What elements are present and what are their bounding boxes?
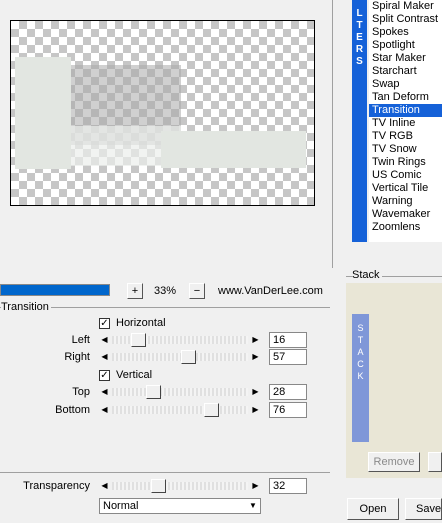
filter-list-item[interactable]: Transition xyxy=(369,104,442,117)
arrow-right-icon[interactable]: ▶ xyxy=(250,333,261,347)
slider-track[interactable] xyxy=(112,388,248,396)
filter-list-item[interactable]: Vertical Tile xyxy=(369,182,442,195)
zoom-out-button[interactable]: − xyxy=(189,283,205,299)
filter-list-item[interactable]: Twin Rings xyxy=(369,156,442,169)
arrow-right-icon[interactable]: ▶ xyxy=(250,385,261,399)
slider-thumb[interactable] xyxy=(151,479,166,493)
filter-list-item[interactable]: Wavemaker xyxy=(369,208,442,221)
transparency-label: Transparency xyxy=(23,480,90,492)
arrow-right-icon[interactable]: ▶ xyxy=(250,350,261,364)
filter-list-item[interactable]: Star Maker xyxy=(369,52,442,65)
stack-strip-label: STACK xyxy=(357,323,364,381)
stack-strip: STACK xyxy=(352,314,369,442)
left-slider[interactable]: ◀ ▶ xyxy=(99,333,261,347)
preview-shape xyxy=(161,131,306,168)
slider-track[interactable] xyxy=(112,482,248,490)
arrow-right-icon[interactable]: ▶ xyxy=(250,403,261,417)
filter-list-item[interactable]: Tan Deform xyxy=(369,91,442,104)
top-field[interactable]: 28 xyxy=(269,384,307,400)
filter-list-item[interactable]: Warning xyxy=(369,195,442,208)
right-slider[interactable]: ◀ ▶ xyxy=(99,350,261,364)
arrow-right-icon[interactable]: ▶ xyxy=(250,479,261,493)
preview-shape xyxy=(15,57,71,169)
progress-bar xyxy=(0,284,110,296)
filter-list-item[interactable]: TV Inline xyxy=(369,117,442,130)
preview-canvas[interactable] xyxy=(10,20,315,206)
left-field[interactable]: 16 xyxy=(269,332,307,348)
arrow-left-icon[interactable]: ◀ xyxy=(99,350,110,364)
slider-thumb[interactable] xyxy=(146,385,161,399)
save-button[interactable]: Save xyxy=(405,498,442,520)
horizontal-label: Horizontal xyxy=(116,317,166,329)
vertical-label: Vertical xyxy=(116,369,153,381)
slider-track[interactable] xyxy=(112,406,248,414)
panel-divider xyxy=(332,0,333,268)
bottom-field[interactable]: 76 xyxy=(269,402,307,418)
arrow-left-icon[interactable]: ◀ xyxy=(99,385,110,399)
filter-list[interactable]: Spiral Maker Split Contrast Spokes Spotligh… xyxy=(369,0,442,242)
website-link[interactable]: www.VanDerLee.com xyxy=(218,283,323,299)
stack-side-button[interactable] xyxy=(428,452,442,472)
blend-mode-select[interactable]: Normal ▼ xyxy=(99,498,261,514)
filters-strip-label: LTERS xyxy=(355,8,364,67)
progress-fill xyxy=(1,285,109,295)
blend-mode-value: Normal xyxy=(103,500,139,512)
filters-strip: LTERS xyxy=(352,0,367,242)
top-label: Top xyxy=(72,386,90,398)
filter-list-item[interactable]: Spokes xyxy=(369,26,442,39)
slider-thumb[interactable] xyxy=(131,333,146,347)
remove-button[interactable]: Remove xyxy=(368,452,420,472)
horizontal-checkbox[interactable]: ✓ xyxy=(99,318,110,329)
filter-list-item[interactable]: Swap xyxy=(369,78,442,91)
filter-list-item[interactable]: TV RGB xyxy=(369,130,442,143)
filter-list-item[interactable]: Zoomlens xyxy=(369,221,442,234)
transition-group-label: Transition xyxy=(1,301,51,314)
filter-list-item[interactable]: Spiral Maker xyxy=(369,0,442,13)
transparency-field[interactable]: 32 xyxy=(269,478,307,494)
zoom-level: 33% xyxy=(153,285,177,297)
slider-track[interactable] xyxy=(112,353,248,361)
filter-list-item[interactable]: Split Contrast xyxy=(369,13,442,26)
right-label: Right xyxy=(64,351,90,363)
open-button[interactable]: Open xyxy=(347,498,399,520)
filter-list-item[interactable]: Starchart xyxy=(369,65,442,78)
chevron-down-icon[interactable]: ▼ xyxy=(246,499,260,513)
transparency-slider[interactable]: ◀ ▶ xyxy=(99,479,261,493)
stack-group-label: Stack xyxy=(352,268,382,282)
slider-thumb[interactable] xyxy=(181,350,196,364)
arrow-left-icon[interactable]: ◀ xyxy=(99,333,110,347)
arrow-left-icon[interactable]: ◀ xyxy=(99,403,110,417)
zoom-in-button[interactable]: + xyxy=(127,283,143,299)
filter-list-item[interactable]: TV Snow xyxy=(369,143,442,156)
filter-list-item[interactable]: US Comic xyxy=(369,169,442,182)
right-field[interactable]: 57 xyxy=(269,349,307,365)
top-slider[interactable]: ◀ ▶ xyxy=(99,385,261,399)
left-label: Left xyxy=(71,334,90,346)
filter-list-item[interactable]: Spotlight xyxy=(369,39,442,52)
arrow-left-icon[interactable]: ◀ xyxy=(99,479,110,493)
slider-thumb[interactable] xyxy=(204,403,219,417)
vertical-checkbox[interactable]: ✓ xyxy=(99,370,110,381)
bottom-label: Bottom xyxy=(55,404,90,416)
bottom-slider[interactable]: ◀ ▶ xyxy=(99,403,261,417)
group-border xyxy=(0,472,330,473)
